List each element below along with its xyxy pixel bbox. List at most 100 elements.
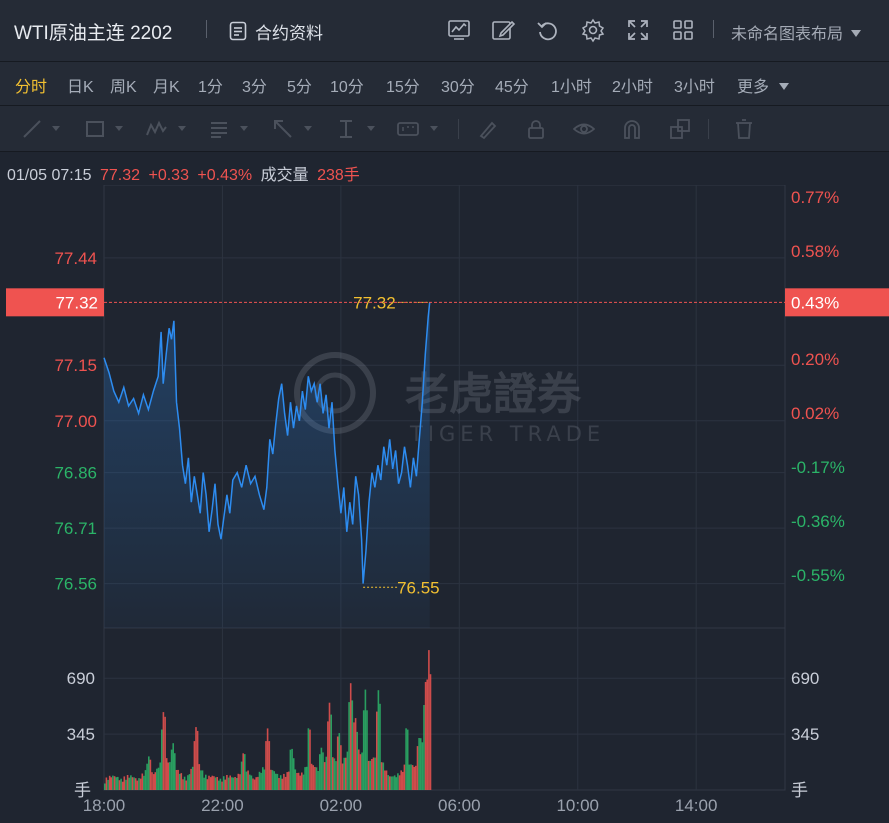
- volume-bar: [170, 749, 173, 790]
- tab-5min[interactable]: 5分: [287, 73, 312, 97]
- watermark-brand: 老虎證券: [405, 369, 582, 420]
- tab-15min[interactable]: 15分: [386, 73, 420, 97]
- caret-down-icon[interactable]: [367, 126, 375, 131]
- volume-value: 238手: [317, 167, 360, 184]
- volume-bar: [416, 746, 419, 790]
- magnet-icon[interactable]: [621, 118, 643, 140]
- volume-bar: [428, 650, 430, 790]
- contract-info-button[interactable]: 合约资料: [229, 17, 323, 45]
- volume-bar: [366, 710, 368, 790]
- volume-bar: [384, 770, 386, 790]
- volume-bar: [139, 778, 142, 790]
- tab-day-k[interactable]: 日K: [67, 73, 94, 97]
- pct-axis-right: 0.77% 0.58% 0.20% 0.02% -0.17% -0.36% -0.55% 69…: [791, 188, 845, 800]
- chart-template-icon[interactable]: [446, 17, 472, 43]
- volume-bar: [278, 778, 280, 790]
- caret-down-icon[interactable]: [304, 126, 312, 131]
- volume-bar: [419, 738, 422, 790]
- volume-bar: [154, 772, 157, 790]
- contract-info-label: 合约资料: [255, 23, 323, 43]
- volume-bar: [131, 777, 134, 790]
- fullscreen-icon[interactable]: [625, 17, 651, 43]
- pct-tick-label: -0.17%: [791, 458, 845, 477]
- volume-bar: [317, 771, 319, 790]
- volume-bar: [320, 747, 323, 790]
- price-area-fill: [104, 302, 430, 628]
- tab-10min[interactable]: 10分: [330, 73, 364, 97]
- volume-bar: [214, 777, 217, 790]
- trendline-icon[interactable]: [21, 118, 43, 140]
- volume-bar: [242, 753, 244, 790]
- pct-tick-label: 0.58%: [791, 242, 839, 261]
- caret-down-icon[interactable]: [52, 126, 60, 131]
- volume-bar: [284, 776, 287, 790]
- caret-down-icon[interactable]: [240, 126, 248, 131]
- volume-bar: [392, 776, 394, 790]
- tab-30min[interactable]: 30分: [441, 73, 475, 97]
- caret-down-icon[interactable]: [430, 126, 438, 131]
- layout-name: 未命名图表布局: [731, 26, 844, 43]
- trash-icon[interactable]: [733, 118, 755, 140]
- tab-1min[interactable]: 1分: [198, 73, 223, 97]
- time-tick-label: 22:00: [201, 796, 244, 815]
- caret-down-icon[interactable]: [178, 126, 186, 131]
- volume-bar: [112, 775, 114, 790]
- intraday-chart[interactable]: 老虎證券 TIGER TRADE 77.32 76.55 77.44 77.15 77…: [0, 185, 889, 823]
- volume-bar: [235, 778, 238, 790]
- volume-bar: [341, 763, 344, 790]
- tab-3hour[interactable]: 3小时: [674, 73, 715, 97]
- tab-more[interactable]: 更多: [737, 73, 790, 97]
- wave-icon[interactable]: [145, 118, 167, 140]
- volume-bar: [247, 770, 249, 790]
- volume-bar: [413, 766, 415, 790]
- number-tag-icon[interactable]: [397, 118, 419, 140]
- time-tick-label: 18:00: [83, 796, 126, 815]
- vertical-line-icon[interactable]: [335, 118, 357, 140]
- tab-3min[interactable]: 3分: [242, 73, 267, 97]
- pct-tick-label: -0.55%: [791, 566, 845, 585]
- volume-bar: [349, 683, 352, 790]
- volume-bar: [403, 764, 406, 790]
- tab-2hour[interactable]: 2小时: [612, 73, 653, 97]
- rectangle-icon[interactable]: [84, 118, 106, 140]
- pencil-icon[interactable]: [490, 17, 516, 43]
- tab-1hour[interactable]: 1小时: [551, 73, 592, 97]
- volume-bar: [237, 773, 240, 790]
- volume-bar: [133, 777, 135, 790]
- arrow-icon[interactable]: [272, 118, 294, 140]
- tab-month-k[interactable]: 月K: [153, 73, 180, 97]
- volume-bar: [123, 776, 126, 790]
- volume-bar: [319, 754, 321, 790]
- eye-icon[interactable]: [573, 118, 595, 140]
- grid-layout-icon[interactable]: [670, 17, 696, 43]
- tab-time-sharing[interactable]: 分时: [15, 73, 47, 97]
- lock-icon[interactable]: [525, 118, 547, 140]
- toolbar-divider: [708, 119, 709, 139]
- volume-bar: [200, 770, 202, 790]
- volume-bar: [270, 769, 272, 790]
- volume-bars: [104, 650, 432, 790]
- caret-down-icon[interactable]: [115, 126, 123, 131]
- group-icon[interactable]: [669, 118, 691, 140]
- tab-week-k[interactable]: 周K: [110, 73, 137, 97]
- tab-45min[interactable]: 45分: [495, 73, 529, 97]
- volume-bar: [262, 767, 264, 790]
- volume-bar: [115, 777, 117, 790]
- volume-bar: [369, 760, 371, 790]
- settings-icon[interactable]: [580, 17, 606, 43]
- symbol-title[interactable]: WTI原油主连 2202: [14, 18, 172, 45]
- volume-bar: [216, 777, 218, 790]
- volume-bar: [260, 772, 262, 790]
- fib-icon[interactable]: [208, 118, 230, 140]
- price-tick-label: 77.15: [54, 356, 97, 375]
- volume-bar: [218, 780, 220, 790]
- brush-icon[interactable]: [477, 118, 499, 140]
- volume-bar: [389, 776, 391, 790]
- volume-bar: [206, 779, 209, 790]
- volume-bar: [211, 775, 214, 790]
- volume-bar: [130, 775, 132, 790]
- layout-selector[interactable]: 未命名图表布局: [731, 20, 862, 44]
- drawing-toolbar: [0, 106, 889, 152]
- volume-bar: [121, 781, 124, 790]
- undo-icon[interactable]: [535, 17, 561, 43]
